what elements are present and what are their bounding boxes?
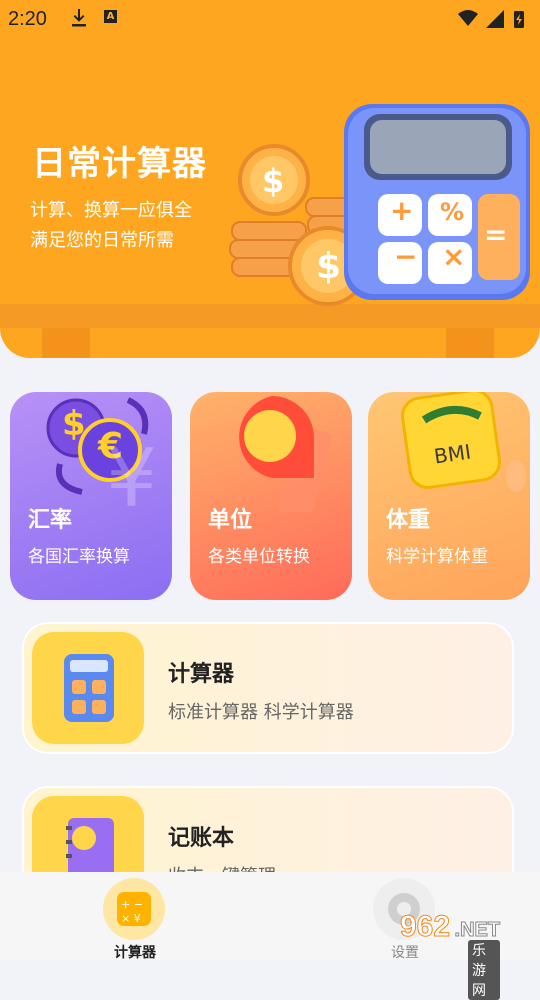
- a-badge-icon: A: [104, 10, 117, 23]
- ruler-pin-icon: [239, 396, 332, 512]
- card-desc: 科学计算体重: [386, 547, 488, 567]
- coin-dollar-sign: $: [316, 246, 342, 287]
- calc-key-minus: −: [394, 240, 418, 273]
- card-desc: 各类单位转换: [208, 547, 310, 567]
- tab-calculator[interactable]: + − × ¥ 计算器: [70, 872, 200, 961]
- calculator-icon: [32, 632, 144, 744]
- svg-text:× ¥: × ¥: [121, 912, 141, 925]
- hero-title: 日常计算器: [32, 144, 207, 184]
- bmi-weight-card[interactable]: BMI 体重 科学计算体重: [368, 392, 530, 600]
- svg-text:+ −: + −: [121, 898, 143, 911]
- calculator-illustration: [344, 104, 530, 300]
- card-title: 体重: [386, 508, 431, 533]
- row-title: 记账本: [168, 826, 235, 851]
- unit-conversion-card[interactable]: 单位 各类单位转换: [190, 392, 352, 600]
- row-desc: 标准计算器 科学计算器: [168, 702, 354, 723]
- exchange-rate-card[interactable]: $ € ¥ 汇率 各国汇率换算: [10, 392, 172, 600]
- site-watermark: 962 .NET 乐游网: [399, 910, 501, 1000]
- download-icon: [72, 9, 86, 27]
- tab-label: 计算器: [114, 945, 156, 961]
- calc-key-plus: +: [390, 194, 414, 227]
- yen-watermark: ¥: [106, 432, 157, 525]
- calc-key-percent: %: [440, 198, 465, 226]
- dollar-symbol: $: [62, 404, 86, 444]
- status-bar: 2:20 A: [0, 0, 540, 36]
- calc-key-equals: =: [484, 218, 508, 251]
- hero-shelf-leg: [446, 328, 494, 358]
- signal-battery-icons: [458, 10, 524, 28]
- watermark-sub: 乐游网: [468, 940, 501, 1000]
- tab-label: 设置: [391, 945, 419, 961]
- hero-subtitle-line2: 满足您的日常所需: [30, 230, 174, 251]
- calculator-tab-icon: + − × ¥: [103, 878, 165, 940]
- calc-key-times: ×: [442, 240, 466, 273]
- card-desc: 各国汇率换算: [28, 547, 130, 567]
- card-title: 单位: [208, 508, 253, 533]
- watermark-main: 962: [399, 910, 451, 944]
- hero-banner: 日常计算器 计算、换算一应俱全 满足您的日常所需 $ $ + % = − ×: [0, 0, 540, 358]
- hero-subtitle: 计算、换算一应俱全 满足您的日常所需: [30, 196, 192, 256]
- status-time: 2:20: [8, 8, 47, 30]
- row-title: 计算器: [168, 662, 235, 687]
- bmi-label: BMI: [432, 439, 473, 469]
- calculator-row[interactable]: 计算器 标准计算器 科学计算器: [22, 622, 514, 754]
- card-title: 汇率: [28, 508, 73, 533]
- coin-dollar-sign: $: [262, 162, 285, 200]
- hero-shelf-leg: [42, 328, 90, 358]
- watermark-suffix: .NET: [454, 919, 501, 942]
- hero-subtitle-line1: 计算、换算一应俱全: [30, 200, 192, 221]
